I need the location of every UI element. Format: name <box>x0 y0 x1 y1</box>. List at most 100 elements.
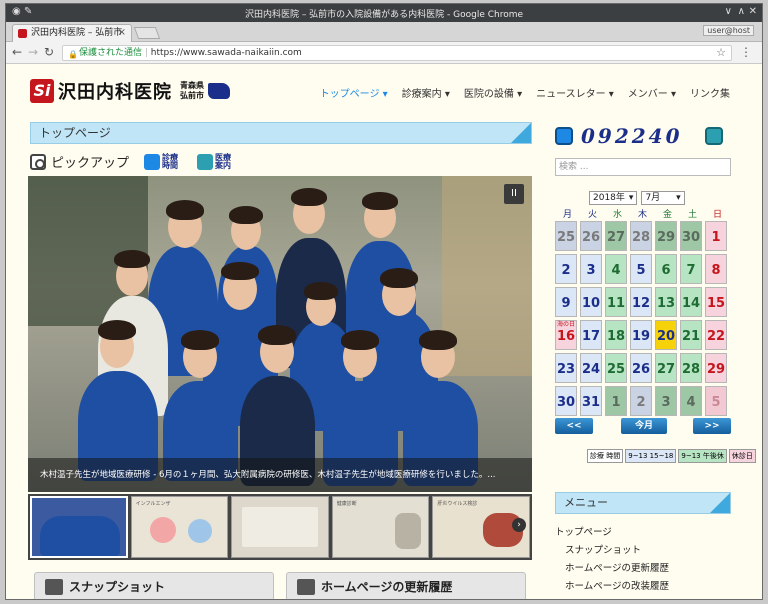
nav-clinic-info[interactable]: 診療案内 ▾ <box>402 85 450 100</box>
calendar-day[interactable]: 21 <box>680 320 702 350</box>
menu-header: メニュー <box>555 492 731 514</box>
snapshot-panel[interactable]: スナップショット <box>34 572 274 599</box>
user-badge[interactable]: user@host <box>703 25 754 36</box>
calendar-day[interactable]: 17 <box>580 320 602 350</box>
weekday-label: 火 <box>587 210 597 220</box>
month-select[interactable]: 7月 ▾ <box>641 191 685 205</box>
browser-tab[interactable]: 沢田内科医院 – 弘前市 × <box>12 24 132 42</box>
calendar-day[interactable]: 25 <box>605 353 627 383</box>
maximize-icon[interactable]: ∧ <box>738 6 745 17</box>
calendar-day[interactable]: 3 <box>580 254 602 284</box>
menu-item[interactable]: ホームページの更新履歴 <box>555 560 669 578</box>
nav-top[interactable]: トップページ ▾ <box>320 85 388 100</box>
main-nav: トップページ ▾ 診療案内 ▾ 医院の設備 ▾ ニュースレター ▾ メンバー ▾… <box>320 85 730 100</box>
pause-button[interactable]: II <box>504 184 524 204</box>
minimize-icon[interactable]: ∨ <box>725 6 732 17</box>
next-thumb-button[interactable]: › <box>512 518 526 532</box>
forward-icon[interactable]: → <box>28 45 38 59</box>
calendar-day[interactable]: 29 <box>705 353 727 383</box>
thumb-shape <box>394 513 421 549</box>
calendar-day[interactable]: 26 <box>630 353 652 383</box>
nav-links[interactable]: リンク集 <box>690 85 730 100</box>
weekday-label: 金 <box>662 210 672 220</box>
calendar-day[interactable]: 29 <box>655 221 677 251</box>
bookmark-star-icon[interactable]: ☆ <box>716 46 726 60</box>
calendar-day[interactable]: 1 <box>605 386 627 416</box>
calendar-day[interactable]: 海の日 16 <box>555 320 577 350</box>
calendar-day[interactable]: 2 <box>630 386 652 416</box>
calendar-day[interactable]: 9 <box>555 287 577 317</box>
calendar-day[interactable]: 5 <box>705 386 727 416</box>
calendar-day[interactable]: 28 <box>630 221 652 251</box>
calendar-day[interactable]: 11 <box>605 287 627 317</box>
calendar-day[interactable]: 27 <box>605 221 627 251</box>
section-title: トップページ <box>39 126 111 140</box>
photo-slider[interactable]: II 木村温子先生が地域医療研修 - 6月の１ヶ月間、弘大附属病院の研修医、木村… <box>28 176 532 492</box>
calendar-day[interactable]: 27 <box>655 353 677 383</box>
more-menu-icon[interactable]: ⋮ <box>740 45 752 59</box>
thumbnail[interactable]: インフルエンザ <box>130 496 229 558</box>
lock-icon: 🔒 <box>68 50 78 59</box>
calendar-day[interactable]: 15 <box>705 287 727 317</box>
calendar-day[interactable]: 30 <box>555 386 577 416</box>
calendar-grid: 25 26 27 28 29 30 1 2 3 4 5 6 7 8 9 10 11 12 13 14 15 海の日 16 17… <box>555 221 731 416</box>
calendar-day[interactable]: 8 <box>705 254 727 284</box>
calendar-day[interactable]: 13 <box>655 287 677 317</box>
visitor-counter: 092240 <box>555 124 723 148</box>
slide-caption[interactable]: 木村温子先生が地域医療研修 - 6月の１ヶ月間、弘大附属病院の研修医、木村温子先… <box>28 458 532 492</box>
phone-icon <box>197 153 214 170</box>
search-input[interactable]: 検索 ... <box>555 158 731 176</box>
calendar-day[interactable]: 22 <box>705 320 727 350</box>
calendar-day[interactable]: 18 <box>605 320 627 350</box>
close-tab-icon[interactable]: × <box>118 25 126 41</box>
calendar-day[interactable]: 12 <box>630 287 652 317</box>
calendar-day[interactable]: 20 <box>655 320 677 350</box>
close-window-icon[interactable]: ✕ <box>749 6 757 17</box>
calendar-day[interactable]: 4 <box>605 254 627 284</box>
this-month-button[interactable]: 今月 <box>621 418 667 434</box>
calendar-day[interactable]: 28 <box>680 353 702 383</box>
new-tab-button[interactable] <box>133 27 161 39</box>
calendar-day[interactable]: 31 <box>580 386 602 416</box>
site-logo[interactable]: Si 沢田内科医院 青森県 弘前市 <box>30 79 230 103</box>
hours-link[interactable]: 診療時間 <box>144 153 182 170</box>
prev-month-button[interactable]: << <box>555 418 593 434</box>
year-select[interactable]: 2018年 ▾ <box>589 191 638 205</box>
clock-icon <box>555 127 573 145</box>
calendar-selectors: 2018年 ▾ 7月 ▾ <box>589 191 685 205</box>
calendar-day[interactable]: 5 <box>630 254 652 284</box>
calendar-day[interactable]: 4 <box>680 386 702 416</box>
reload-icon[interactable]: ↻ <box>44 45 54 59</box>
calendar-day[interactable]: 23 <box>555 353 577 383</box>
pencil-icon <box>297 579 315 595</box>
medical-info-link[interactable]: 医療案内 <box>197 153 235 170</box>
calendar-day[interactable]: 26 <box>580 221 602 251</box>
back-icon[interactable]: ← <box>12 45 22 59</box>
nav-members[interactable]: メンバー ▾ <box>628 85 676 100</box>
thumbnail[interactable] <box>231 496 329 558</box>
calendar-day[interactable]: 1 <box>705 221 727 251</box>
menu-item[interactable]: ホームページの改装履歴 <box>555 578 669 596</box>
menu-item[interactable]: スナップショット <box>555 542 669 560</box>
nav-facilities[interactable]: 医院の設備 ▾ <box>464 85 522 100</box>
calendar-day[interactable]: 14 <box>680 287 702 317</box>
calendar-day[interactable]: 24 <box>580 353 602 383</box>
calendar-day[interactable]: 2 <box>555 254 577 284</box>
calendar-day[interactable]: 3 <box>655 386 677 416</box>
nav-newsletter[interactable]: ニュースレター ▾ <box>536 85 614 100</box>
thumbnail[interactable] <box>30 496 128 558</box>
calendar-day[interactable]: 30 <box>680 221 702 251</box>
address-bar[interactable]: 🔒 保護された通信 | https://www.sawada-naikaiin.… <box>62 45 732 61</box>
calendar-day[interactable]: 7 <box>680 254 702 284</box>
photo-hair <box>380 268 418 288</box>
calendar-day[interactable]: 19 <box>630 320 652 350</box>
next-month-button[interactable]: >> <box>693 418 731 434</box>
calendar-day[interactable]: 6 <box>655 254 677 284</box>
menu-item[interactable]: トップページ <box>555 524 669 542</box>
legend-item: 9~13 15~18 <box>625 449 677 463</box>
thumbnail[interactable]: 健康診断 <box>331 496 430 558</box>
calendar-day[interactable]: 10 <box>580 287 602 317</box>
update-history-panel[interactable]: ホームページの更新履歴 <box>286 572 526 599</box>
calendar-day[interactable]: 25 <box>555 221 577 251</box>
corner-triangle <box>710 493 730 513</box>
